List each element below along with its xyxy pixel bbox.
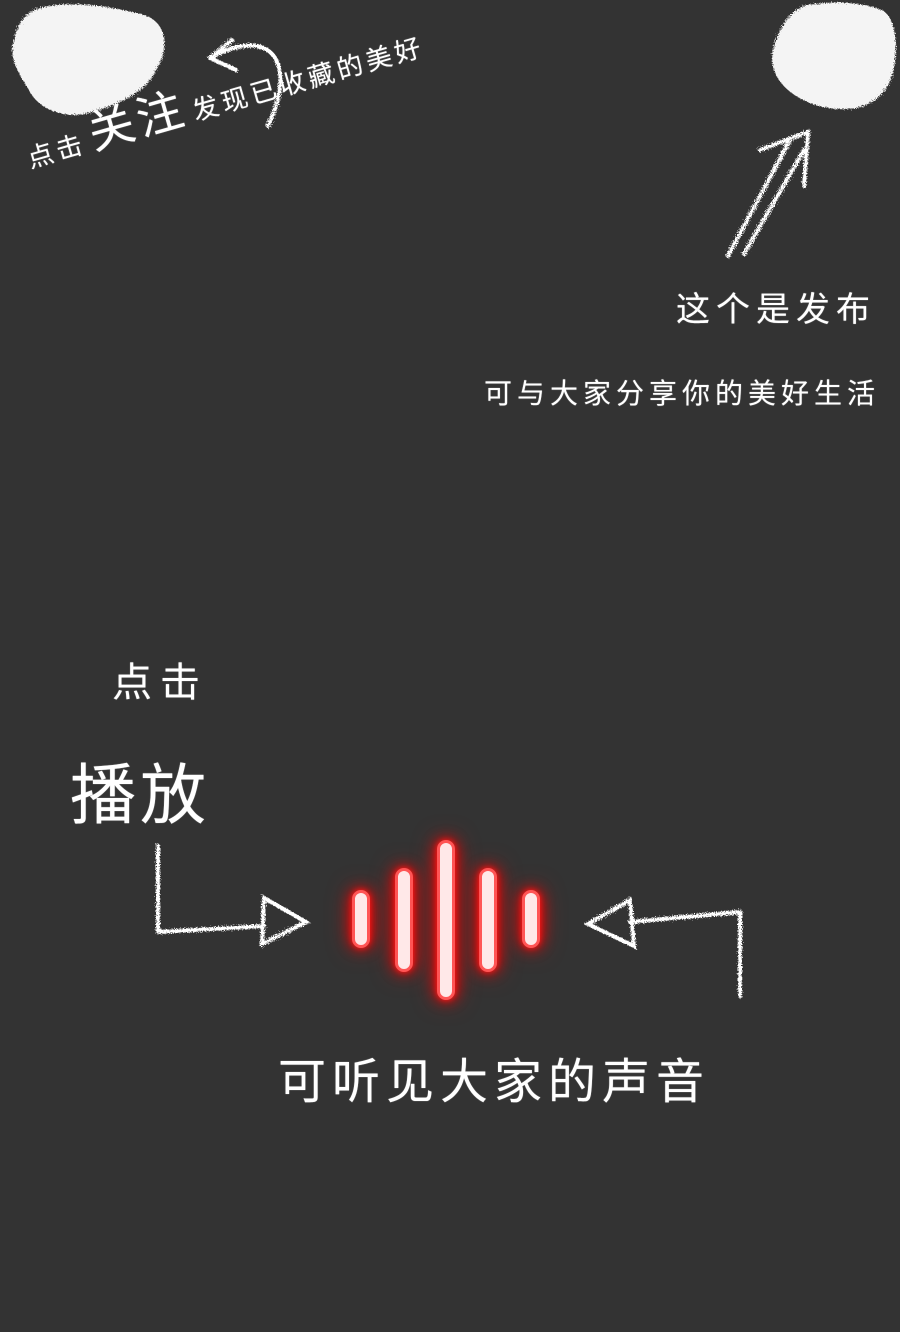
play-hint-action: 播放	[70, 757, 210, 834]
sound-wave-bar	[479, 868, 497, 972]
follow-hint-prefix: 点击	[23, 129, 90, 175]
sound-wave-icon[interactable]	[340, 832, 556, 1008]
sound-wave-bar	[522, 890, 540, 948]
sound-wave-bar	[352, 890, 370, 948]
publish-hint-title: 这个是发布	[676, 290, 876, 330]
sound-wave-bar	[437, 840, 455, 1000]
elbow-arrow-left	[583, 896, 742, 998]
play-hint-prefix: 点击	[112, 660, 208, 706]
publish-button[interactable]	[772, 2, 896, 110]
sound-wave-bar	[395, 868, 413, 972]
publish-hint-description: 可与大家分享你的美好生活	[483, 377, 880, 410]
elbow-arrow-right	[156, 844, 311, 948]
double-arrow-up-right	[726, 129, 811, 258]
play-hint-result: 可听见大家的声音	[278, 1054, 711, 1110]
